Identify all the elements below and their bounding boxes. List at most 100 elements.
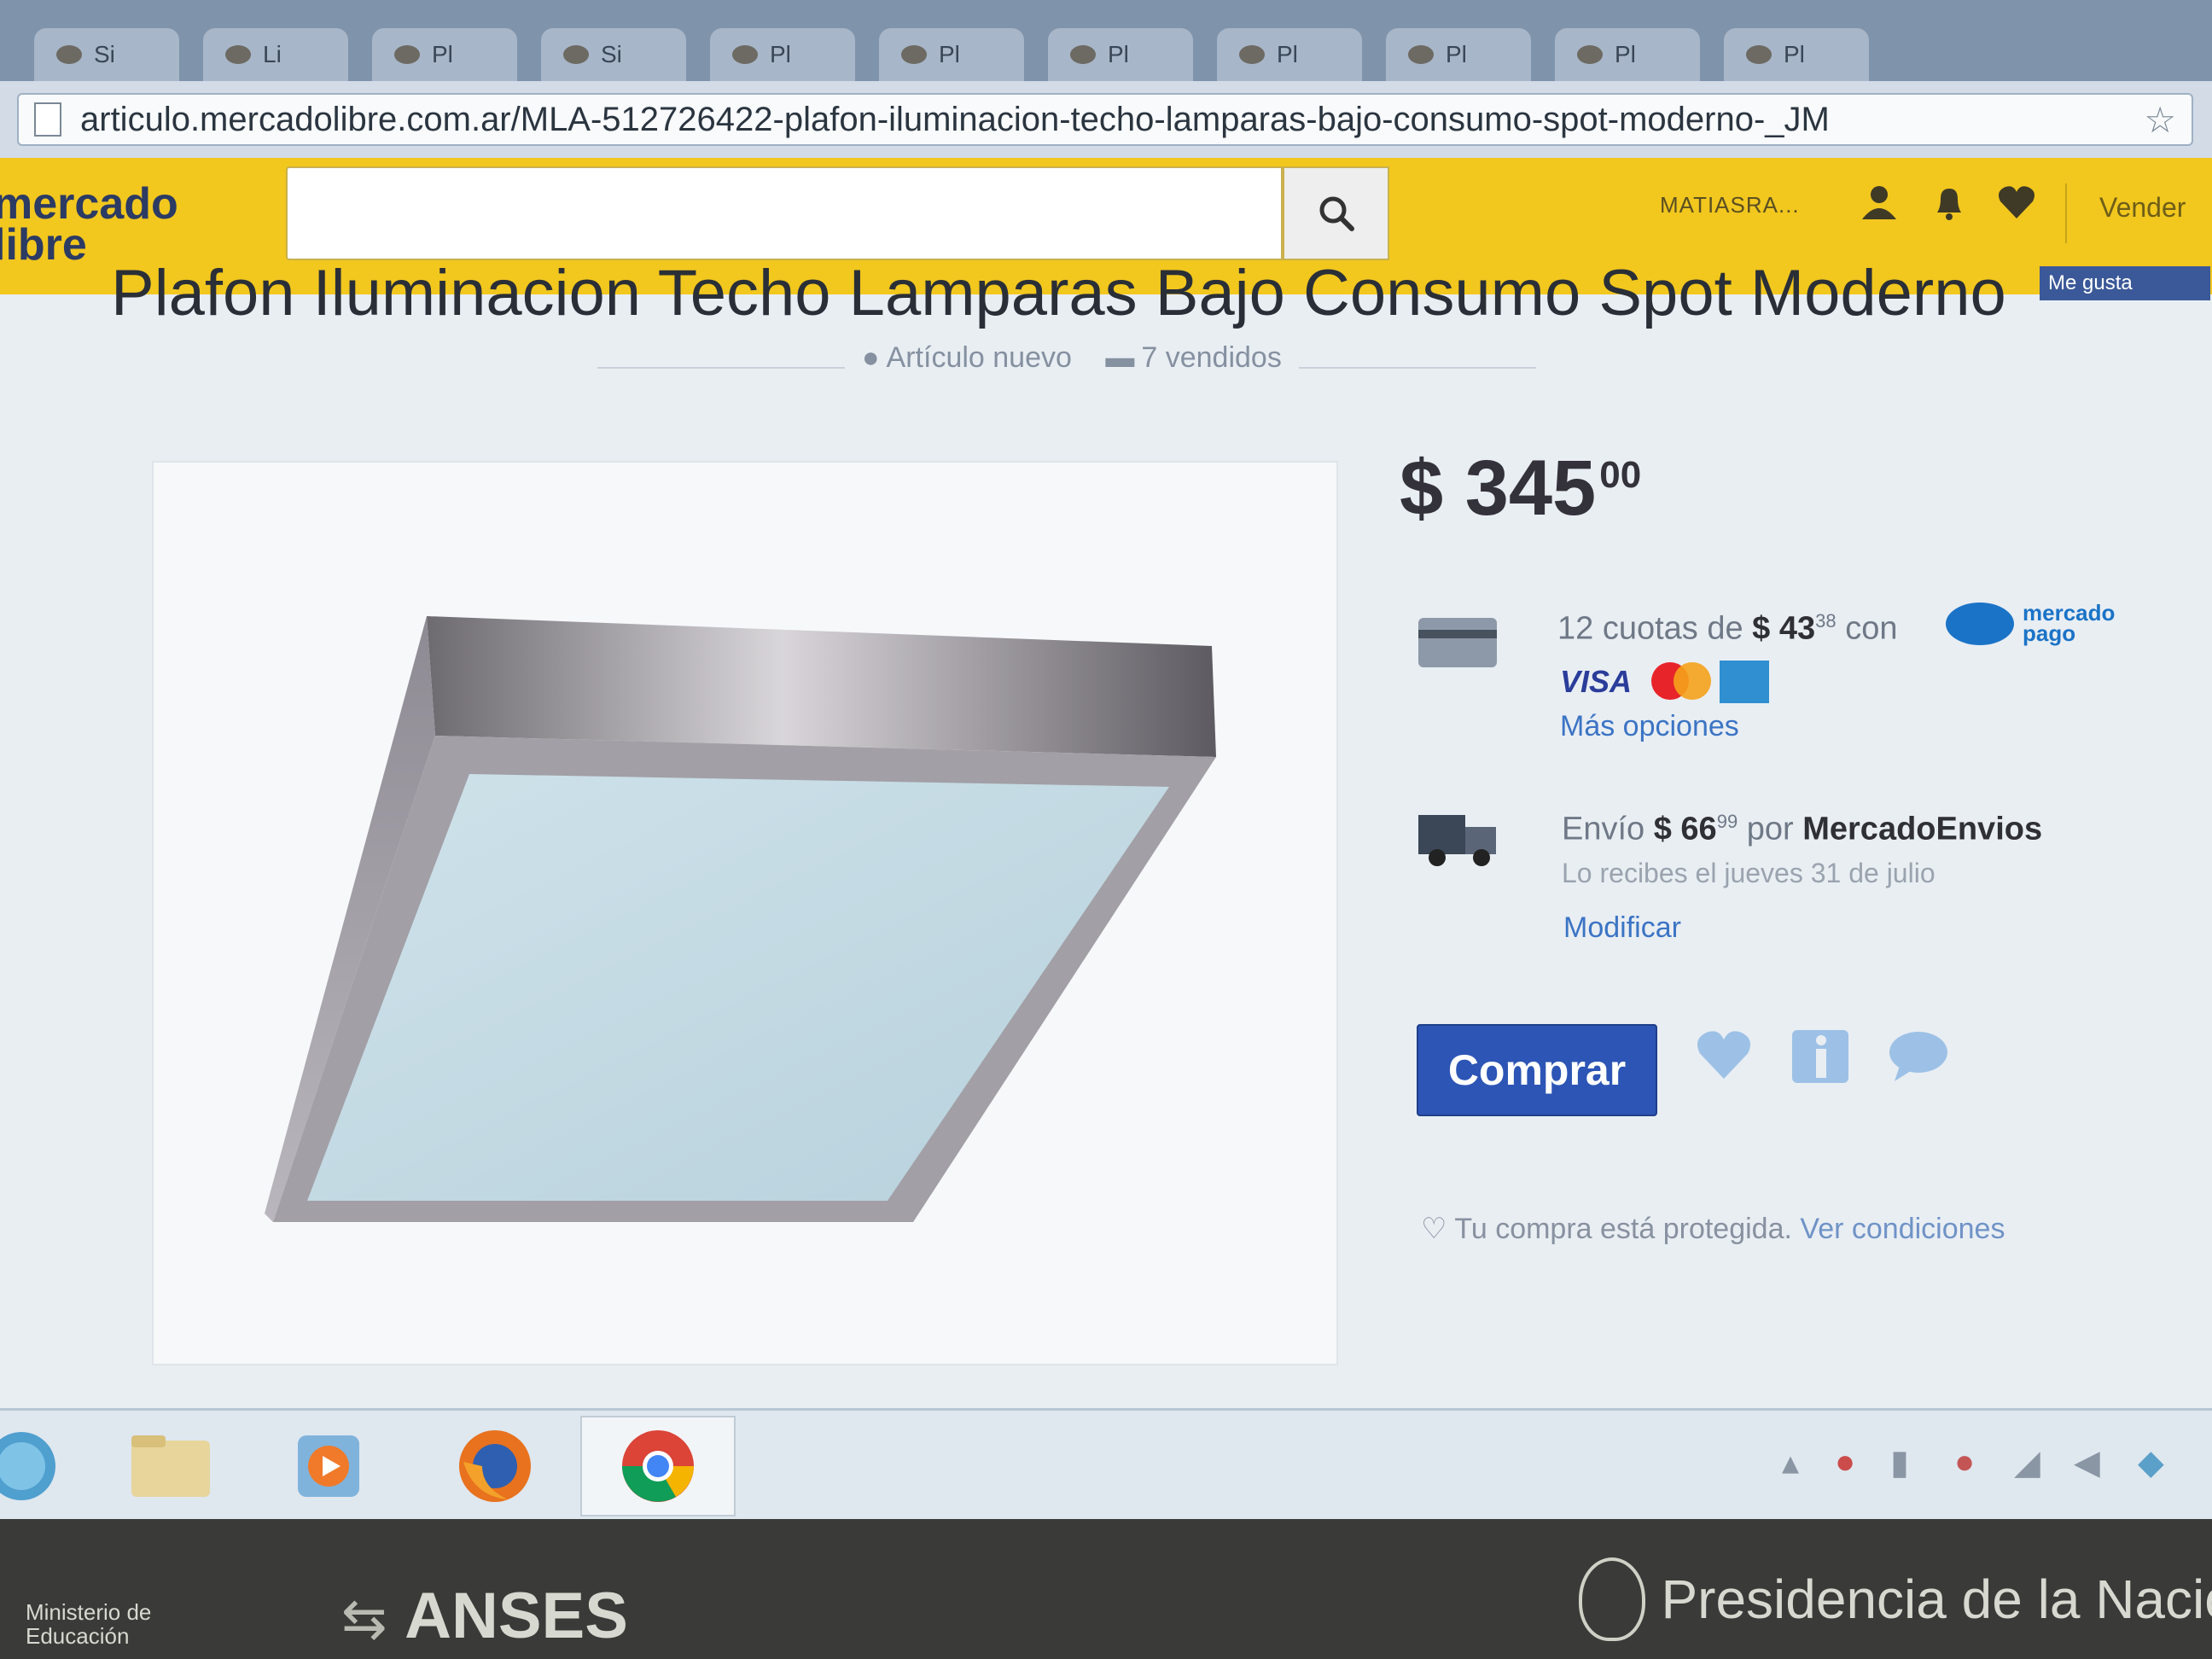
modify-shipping-link[interactable]: Modificar [1563,911,1681,945]
tab-title: Si [601,41,622,67]
shipping-by: por [1746,811,1794,847]
purchase-protection: ♡ Tu compra está protegida. Ver condicio… [1421,1212,2005,1246]
laptop-bezel: Ministerio de Educación ⇆ ANSES Presiden… [0,1519,2212,1659]
tray-usb-icon[interactable]: ▮ [1890,1443,1909,1482]
mercadopago-logo-text: mercado pago [2023,602,2115,644]
amex-icon [1720,661,1769,703]
browser-tab[interactable]: Pl [372,28,517,81]
bookmark-star-icon[interactable]: ☆ [2144,99,2176,141]
browser-tab[interactable]: Pl [1217,28,1362,81]
mercadopago-logo-icon [1946,602,2014,645]
tag-icon: ● [862,341,880,374]
search-icon [1319,196,1354,231]
url-text: articulo.mercadolibre.com.ar/MLA-5127264… [80,100,1830,138]
tab-favicon-icon [1070,45,1096,64]
chrome-icon[interactable] [611,1421,705,1511]
media-player-icon[interactable] [282,1421,375,1511]
browser-tab-strip: Si Li Pl Si Pl Pl Pl Pl Pl Pl Pl [0,0,2212,81]
tray-expand-icon[interactable]: ▴ [1782,1443,1799,1482]
vender-link[interactable]: Vender [2099,192,2186,224]
question-chat-icon[interactable] [1888,1028,1949,1097]
facebook-like-button[interactable]: Me gusta [2040,266,2210,300]
tray-alert-icon[interactable]: ● [1954,1443,1975,1481]
product-image-panel[interactable] [152,461,1338,1365]
tab-title: Pl [432,41,453,67]
file-explorer-icon[interactable] [124,1421,218,1511]
tray-network-icon[interactable]: ◢ [2014,1443,2040,1482]
presidencia-text: Presidencia de la Nación [1661,1569,2212,1630]
cart-icon: ▬ [1105,341,1135,374]
product-image [265,616,1216,1222]
shield-icon: ♡ [1421,1213,1447,1245]
shipping-amount: $ 66 [1653,811,1717,847]
product-title: Plafon Iluminacion Techo Lamparas Bajo C… [111,257,2006,329]
bell-icon[interactable] [1930,183,1968,231]
anses-icon: ⇆ [341,1588,387,1650]
shipping-service: MercadoEnvios [1802,811,2043,847]
search-input[interactable] [286,166,1283,260]
tab-favicon-icon [1239,45,1265,64]
page-icon [34,102,61,137]
browser-tab[interactable]: Pl [879,28,1024,81]
username-label[interactable]: MATIASRA... [1660,192,1800,218]
browser-tab[interactable]: Pl [1724,28,1869,81]
tray-volume-icon[interactable]: ◀ [2074,1443,2100,1482]
conditions-link[interactable]: Ver condiciones [1800,1213,2005,1245]
sold-count: 7 vendidos [1141,341,1282,374]
browser-tab[interactable]: Pl [1386,28,1531,81]
browser-tab[interactable]: Pl [1555,28,1700,81]
heart-icon[interactable] [1997,183,2036,230]
mastercard-icon [1651,662,1711,700]
shipping-decimals: 99 [1716,811,1738,832]
browser-tab[interactable]: Pl [710,28,855,81]
favorite-heart-icon[interactable] [1694,1028,1754,1095]
tab-title: Si [94,41,115,67]
ministerio-line1: Ministerio de [26,1599,152,1625]
installments-amount: $ 43 [1752,610,1816,647]
tab-favicon-icon [732,45,758,64]
presidencia-logo: Presidencia de la Nación [1579,1557,2212,1641]
price-integer: $ 345 [1400,445,1597,532]
header-divider [2065,183,2067,243]
tray-app-icon[interactable]: ● [1835,1443,1855,1481]
tab-favicon-icon [1408,45,1434,64]
search-button[interactable] [1283,166,1389,260]
anses-logo: ⇆ ANSES [341,1579,628,1653]
credit-card-icon [1418,618,1497,667]
start-orb-icon[interactable] [0,1421,68,1511]
more-options-link[interactable]: Más opciones [1560,710,1739,743]
tab-title: Li [263,41,282,67]
truck-icon [1418,815,1499,866]
tab-title: Pl [1784,41,1805,67]
browser-tab[interactable]: Li [203,28,348,81]
address-bar: articulo.mercadolibre.com.ar/MLA-5127264… [0,81,2212,158]
tab-favicon-icon [1577,45,1603,64]
condition-label: Artículo nuevo [886,341,1072,374]
argentina-emblem-icon [1579,1557,1645,1641]
visa-logo: VISA [1560,664,1633,699]
tab-title: Pl [1277,41,1298,67]
info-icon[interactable] [1790,1028,1850,1098]
mercadolibre-logo[interactable]: mercado libre [0,182,178,267]
tab-favicon-icon [56,45,82,64]
firefox-icon[interactable] [448,1421,542,1511]
browser-tab[interactable]: Si [541,28,686,81]
buy-button[interactable]: Comprar [1417,1024,1657,1116]
user-icon[interactable] [1860,183,1898,231]
browser-tab[interactable]: Pl [1048,28,1193,81]
tab-title: Pl [1446,41,1467,67]
tray-flag-icon[interactable]: ◆ [2138,1443,2164,1482]
shipping-text: Envío $ 6699 por MercadoEnvios [1562,811,2042,848]
tab-title: Pl [770,41,791,67]
installments-with: con [1845,610,1898,647]
shipping-prefix: Envío [1562,811,1645,847]
installments-prefix: 12 cuotas de [1557,610,1743,647]
tab-favicon-icon [563,45,589,64]
browser-tab[interactable]: Si [34,28,179,81]
delivery-estimate: Lo recibes el jueves 31 de julio [1562,858,1936,888]
url-field[interactable]: articulo.mercadolibre.com.ar/MLA-5127264… [17,93,2193,146]
tab-favicon-icon [394,45,420,64]
product-meta: ● Artículo nuevo ▬ 7 vendidos [845,341,1299,375]
tab-title: Pl [1108,41,1129,67]
tab-title: Pl [939,41,960,67]
